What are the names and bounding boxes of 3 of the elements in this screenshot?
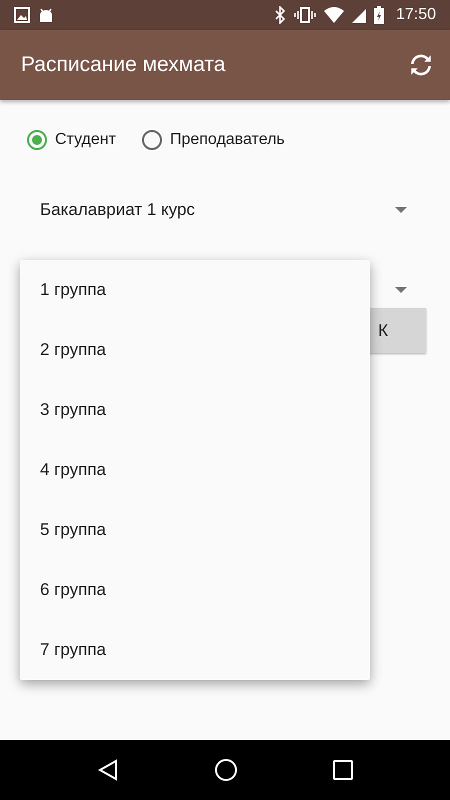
dropdown-value: Бакалавриат 1 курс	[40, 200, 195, 220]
clock-time: 17:50	[396, 6, 436, 24]
app-title: Расписание мехмата	[21, 53, 226, 77]
